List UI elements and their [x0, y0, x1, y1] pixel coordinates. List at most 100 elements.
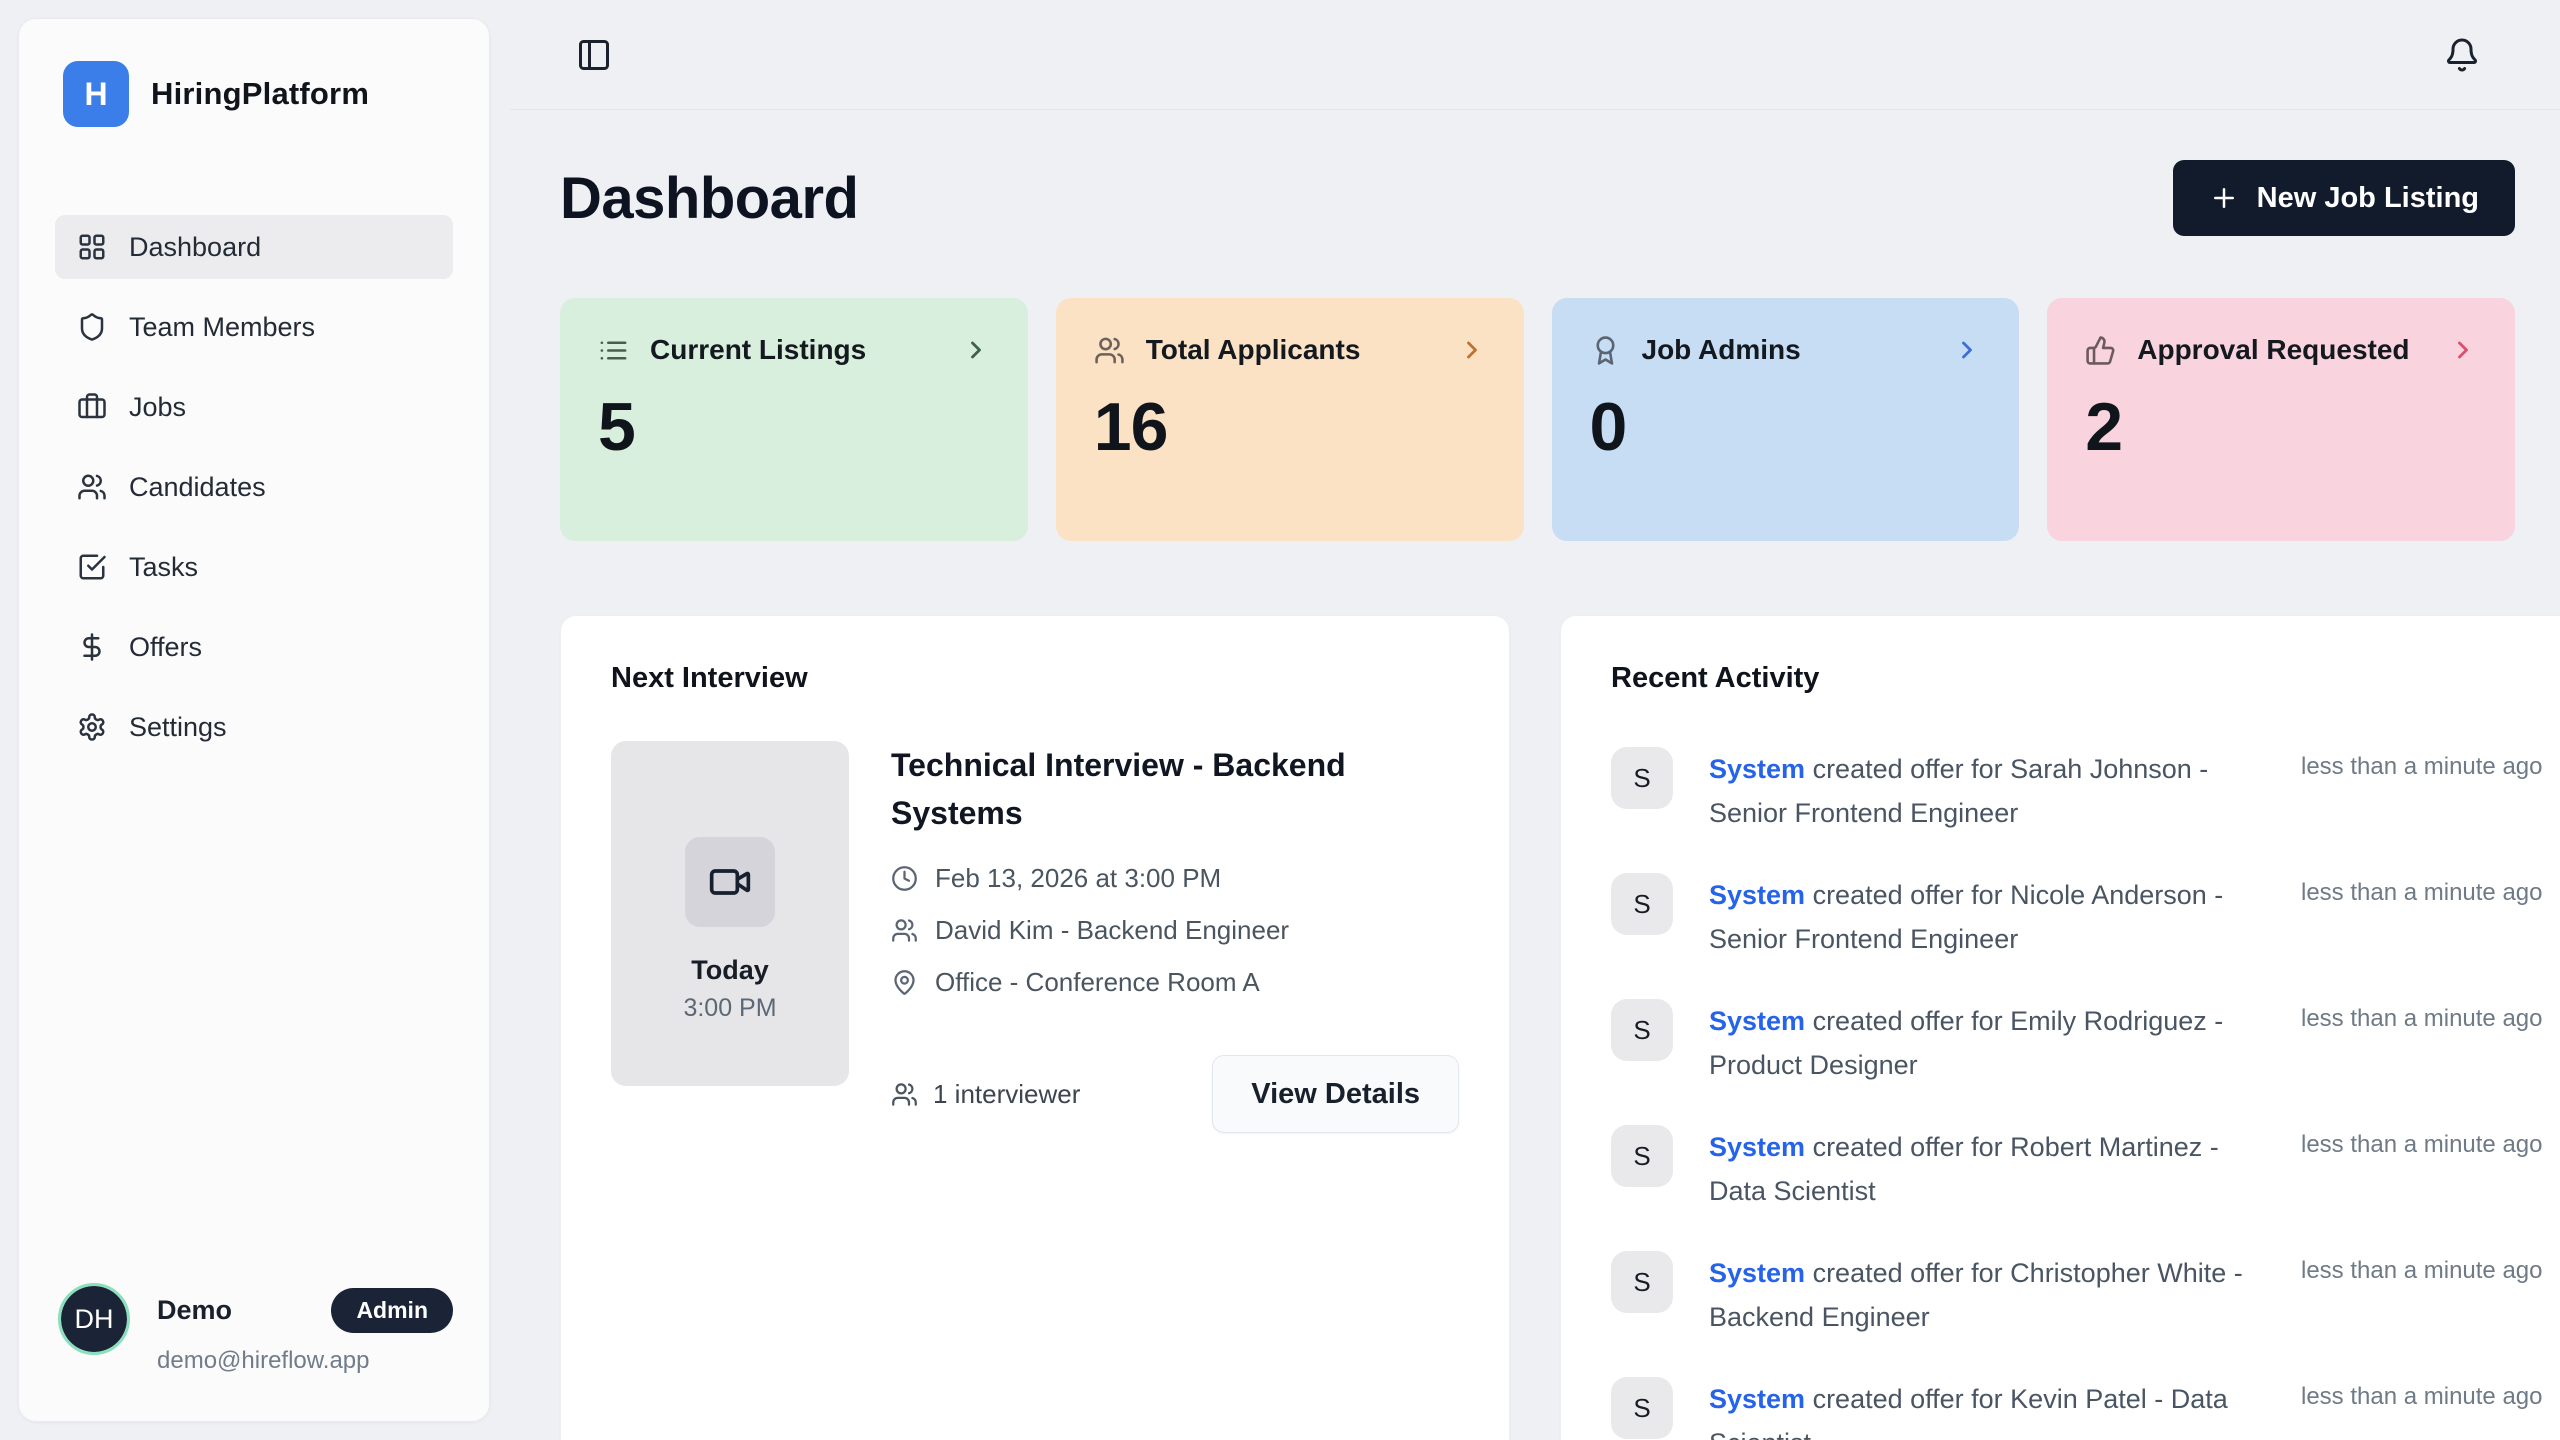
activity-avatar: S	[1611, 873, 1673, 935]
stat-card-current-listings[interactable]: Current Listings 5	[560, 298, 1028, 541]
user-email: demo@hireflow.app	[157, 1347, 453, 1375]
app-name: HiringPlatform	[151, 76, 369, 112]
activity-avatar: S	[1611, 747, 1673, 809]
video-camera-icon	[708, 860, 752, 904]
interview-datetime: Feb 13, 2026 at 3:00 PM	[935, 863, 1221, 894]
panel-left-icon	[576, 37, 612, 73]
interview-location: Office - Conference Room A	[935, 967, 1260, 998]
stat-label: Total Applicants	[1146, 334, 1361, 366]
sidebar-item-label: Jobs	[129, 392, 186, 423]
activity-item: S System created offer for Robert Martin…	[1611, 1125, 2543, 1213]
gear-icon	[77, 712, 107, 742]
next-interview-title: Next Interview	[611, 662, 1459, 695]
activity-item: S System created offer for Emily Rodrigu…	[1611, 999, 2543, 1087]
users-icon	[1094, 335, 1125, 366]
stat-card-approval-requested[interactable]: Approval Requested 2	[2047, 298, 2515, 541]
activity-avatar: S	[1611, 1251, 1673, 1313]
activity-list: S System created offer for Sarah Johnson…	[1611, 747, 2543, 1440]
stat-value: 5	[598, 388, 990, 466]
sidebar-item-label: Offers	[129, 632, 202, 663]
recent-activity-title: Recent Activity	[1611, 662, 2543, 695]
page-title: Dashboard	[560, 165, 858, 232]
page-head: Dashboard New Job Listing	[560, 160, 2515, 236]
sidebar-item-settings[interactable]: Settings	[55, 695, 453, 759]
dashboard-grid-icon	[77, 232, 107, 262]
activity-actor-link[interactable]: System	[1709, 1258, 1805, 1288]
activity-item: S System created offer for Christopher W…	[1611, 1251, 2543, 1339]
dollar-icon	[77, 632, 107, 662]
notifications-button[interactable]	[2440, 33, 2484, 77]
map-pin-icon	[891, 969, 918, 996]
stat-label: Current Listings	[650, 334, 866, 366]
activity-timestamp: less than a minute ago	[2301, 873, 2543, 907]
panels: Next Interview Today 3:00 PM Technical I…	[560, 615, 2515, 1440]
activity-actor-link[interactable]: System	[1709, 880, 1805, 910]
interview-interviewer: David Kim - Backend Engineer	[935, 915, 1289, 946]
sidebar-item-offers[interactable]: Offers	[55, 615, 453, 679]
shield-icon	[77, 312, 107, 342]
stat-cards: Current Listings 5 Total Applicants 16 J…	[560, 298, 2515, 541]
activity-actor-link[interactable]: System	[1709, 1132, 1805, 1162]
thumbs-up-icon	[2085, 335, 2116, 366]
users-icon	[891, 1081, 918, 1108]
sidebar-item-label: Team Members	[129, 312, 315, 343]
list-icon	[598, 335, 629, 366]
sidebar-toggle-button[interactable]	[572, 33, 616, 77]
chevron-right-icon	[962, 336, 990, 364]
new-job-listing-label: New Job Listing	[2257, 182, 2479, 215]
view-details-button[interactable]: View Details	[1212, 1055, 1459, 1133]
sidebar-item-label: Candidates	[129, 472, 266, 503]
recent-activity-panel: Recent Activity S System created offer f…	[1560, 615, 2560, 1440]
interview-title: Technical Interview - Backend Systems	[891, 741, 1361, 837]
users-icon	[77, 472, 107, 502]
activity-timestamp: less than a minute ago	[2301, 999, 2543, 1033]
stat-value: 16	[1094, 388, 1486, 466]
chevron-right-icon	[1458, 336, 1486, 364]
bell-icon	[2444, 37, 2480, 73]
stat-label: Approval Requested	[2137, 334, 2409, 366]
sidebar-item-team-members[interactable]: Team Members	[55, 295, 453, 359]
task-check-icon	[77, 552, 107, 582]
activity-avatar: S	[1611, 1125, 1673, 1187]
user-name: Demo	[157, 1295, 232, 1326]
sidebar-item-tasks[interactable]: Tasks	[55, 535, 453, 599]
activity-item: S System created offer for Kevin Patel -…	[1611, 1377, 2543, 1440]
stat-label: Job Admins	[1642, 334, 1801, 366]
activity-item: S System created offer for Sarah Johnson…	[1611, 747, 2543, 835]
next-interview-panel: Next Interview Today 3:00 PM Technical I…	[560, 615, 1510, 1440]
activity-timestamp: less than a minute ago	[2301, 1377, 2543, 1411]
sidebar-item-label: Dashboard	[129, 232, 261, 263]
role-badge: Admin	[331, 1288, 453, 1333]
chevron-right-icon	[2449, 336, 2477, 364]
clock-icon	[891, 865, 918, 892]
app-logo: H	[63, 61, 129, 127]
activity-actor-link[interactable]: System	[1709, 1006, 1805, 1036]
sidebar-item-candidates[interactable]: Candidates	[55, 455, 453, 519]
topbar	[510, 0, 2560, 110]
user-meta: Demo Admin demo@hireflow.app	[157, 1286, 453, 1375]
sidebar-item-dashboard[interactable]: Dashboard	[55, 215, 453, 279]
interviewer-count: 1 interviewer	[933, 1079, 1080, 1110]
activity-avatar: S	[1611, 999, 1673, 1061]
award-icon	[1590, 335, 1621, 366]
chevron-right-icon	[1953, 336, 1981, 364]
interview-day: Today	[691, 955, 769, 986]
sidebar-item-label: Settings	[129, 712, 227, 743]
activity-timestamp: less than a minute ago	[2301, 1125, 2543, 1159]
interview-time: 3:00 PM	[683, 994, 776, 1023]
users-icon	[891, 917, 918, 944]
main-area: Dashboard New Job Listing Current Listin…	[510, 0, 2560, 1440]
sidebar-item-jobs[interactable]: Jobs	[55, 375, 453, 439]
briefcase-icon	[77, 392, 107, 422]
content: Dashboard New Job Listing Current Listin…	[510, 110, 2560, 1440]
activity-actor-link[interactable]: System	[1709, 1384, 1805, 1414]
activity-actor-link[interactable]: System	[1709, 754, 1805, 784]
stat-value: 2	[2085, 388, 2477, 466]
stat-card-total-applicants[interactable]: Total Applicants 16	[1056, 298, 1524, 541]
brand: H HiringPlatform	[19, 19, 489, 127]
avatar: DH	[61, 1286, 127, 1352]
new-job-listing-button[interactable]: New Job Listing	[2173, 160, 2515, 236]
user-box[interactable]: DH Demo Admin demo@hireflow.app	[19, 1258, 489, 1421]
stat-card-job-admins[interactable]: Job Admins 0	[1552, 298, 2020, 541]
activity-item: S System created offer for Nicole Anders…	[1611, 873, 2543, 961]
